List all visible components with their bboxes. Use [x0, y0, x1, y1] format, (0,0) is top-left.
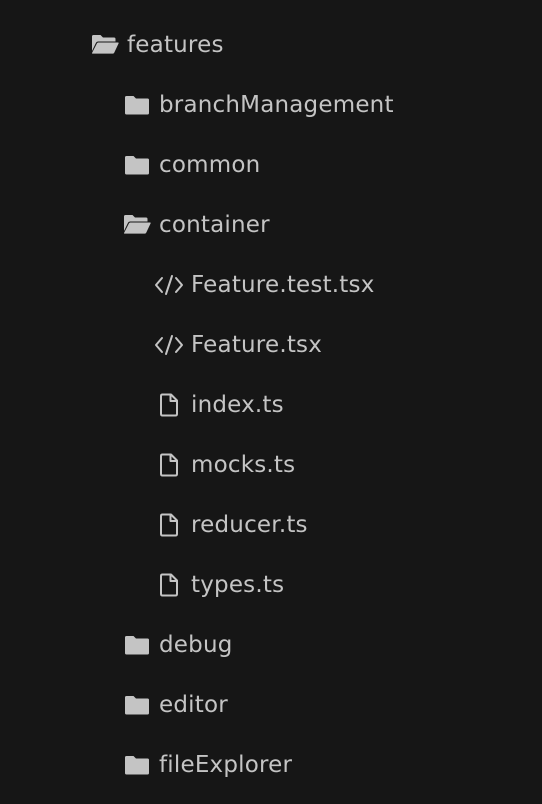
- tree-item-label: editor: [159, 692, 228, 718]
- tree-item-container[interactable]: container: [0, 195, 542, 255]
- tree-item-label: common: [159, 152, 261, 178]
- tree-item-debug[interactable]: debug: [0, 615, 542, 675]
- tree-item-label: reducer.ts: [191, 512, 308, 538]
- folder-icon: [122, 690, 152, 720]
- tree-item-label: index.ts: [191, 392, 284, 418]
- tree-item-label: mocks.ts: [191, 452, 296, 478]
- folder-icon: [122, 90, 152, 120]
- tree-item-label: Feature.tsx: [191, 332, 323, 358]
- tree-item-label: branchManagement: [159, 92, 394, 118]
- tree-item-fileExplorer[interactable]: fileExplorer: [0, 735, 542, 795]
- tree-item-reducer-ts[interactable]: reducer.ts: [0, 495, 542, 555]
- file-icon: [154, 570, 184, 600]
- code-file-icon: [154, 270, 184, 300]
- file-tree: features branchManagement common contain…: [0, 0, 542, 804]
- folder-icon: [122, 630, 152, 660]
- folder-icon: [122, 150, 152, 180]
- file-icon: [154, 450, 184, 480]
- tree-item-common[interactable]: common: [0, 135, 542, 195]
- tree-item-feature-test-tsx[interactable]: Feature.test.tsx: [0, 255, 542, 315]
- tree-item-index-ts[interactable]: index.ts: [0, 375, 542, 435]
- tree-item-editor[interactable]: editor: [0, 675, 542, 735]
- file-icon: [154, 510, 184, 540]
- tree-item-label: container: [159, 212, 270, 238]
- folder-icon: [122, 750, 152, 780]
- tree-item-label: features: [127, 32, 224, 58]
- folder-open-icon: [90, 30, 120, 60]
- tree-item-features[interactable]: features: [0, 15, 542, 75]
- tree-item-label: Feature.test.tsx: [191, 272, 375, 298]
- tree-item-mocks-ts[interactable]: mocks.ts: [0, 435, 542, 495]
- tree-item-label: types.ts: [191, 572, 285, 598]
- file-icon: [154, 390, 184, 420]
- tree-item-types-ts[interactable]: types.ts: [0, 555, 542, 615]
- tree-item-branchManagement[interactable]: branchManagement: [0, 75, 542, 135]
- tree-item-label: debug: [159, 632, 233, 658]
- tree-item-label: fileExplorer: [159, 752, 293, 778]
- tree-item-feature-tsx[interactable]: Feature.tsx: [0, 315, 542, 375]
- folder-open-icon: [122, 210, 152, 240]
- code-file-icon: [154, 330, 184, 360]
